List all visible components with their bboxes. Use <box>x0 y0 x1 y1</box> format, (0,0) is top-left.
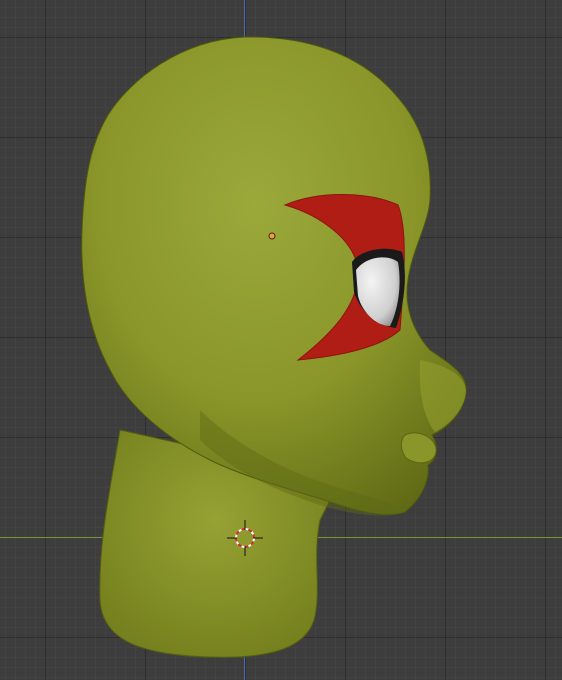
object-origin-icon[interactable] <box>268 232 276 240</box>
3d-viewport[interactable] <box>0 0 562 680</box>
scene-canvas <box>81 36 467 658</box>
